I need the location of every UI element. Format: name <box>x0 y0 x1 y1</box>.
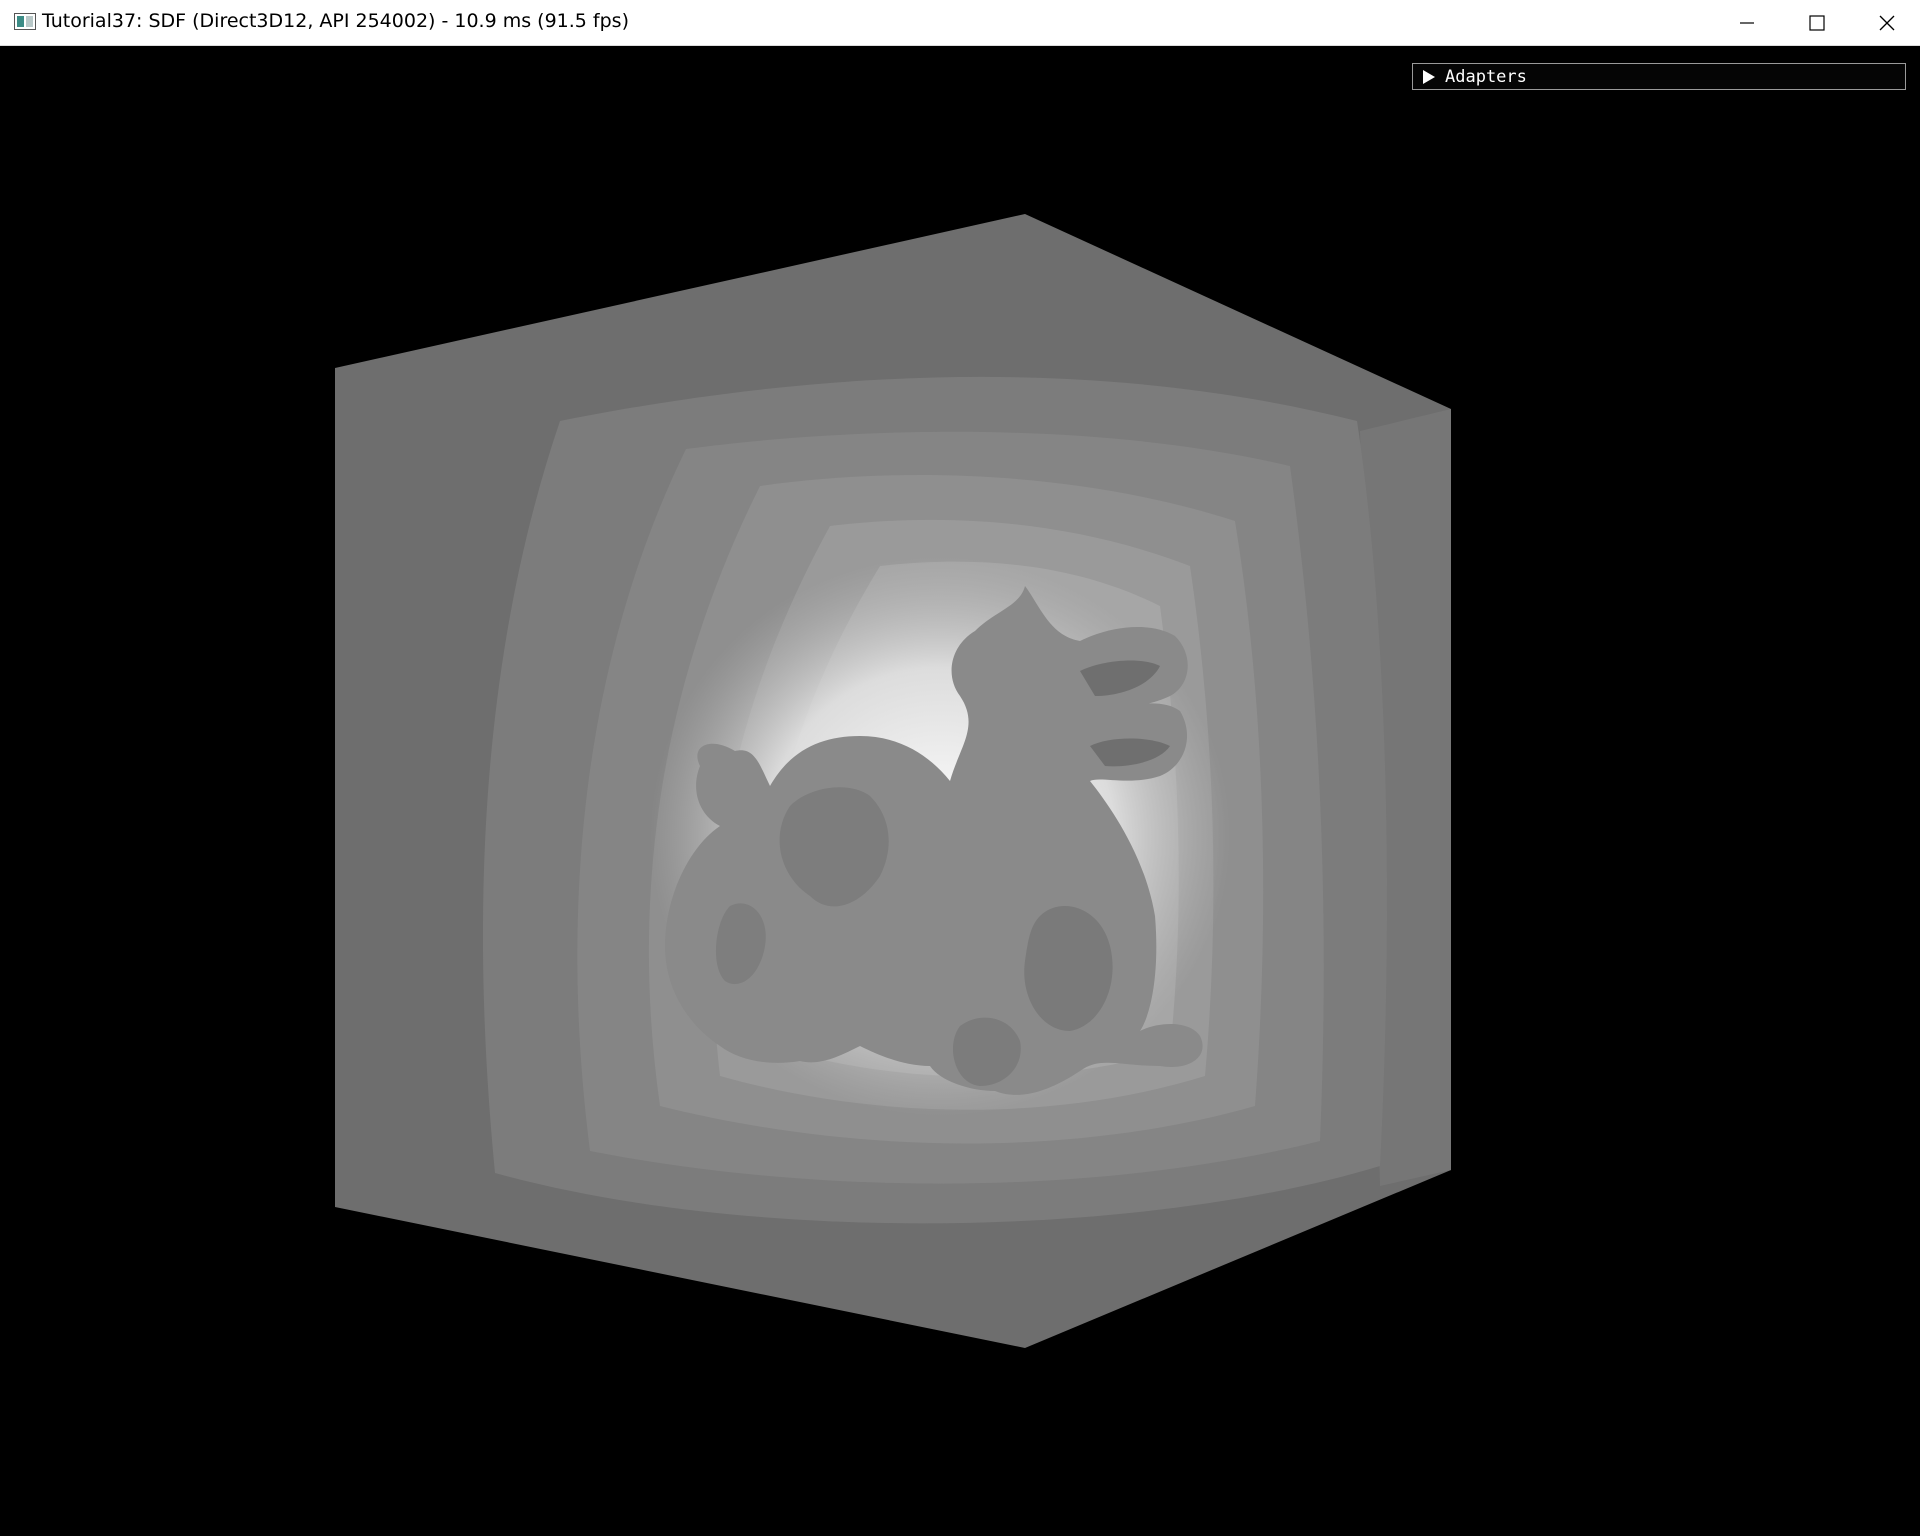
expand-arrow-icon[interactable] <box>1423 70 1435 84</box>
maximize-icon <box>1809 14 1825 31</box>
adapters-collapsing-header[interactable]: Adapters <box>1412 63 1906 90</box>
maximize-button[interactable] <box>1782 0 1852 45</box>
render-viewport[interactable]: Adapters <box>0 46 1920 1536</box>
minimize-icon <box>1740 21 1754 24</box>
close-button[interactable] <box>1852 0 1920 45</box>
close-icon <box>1879 15 1895 30</box>
app-icon <box>14 13 36 30</box>
application-window: Tutorial37: SDF (Direct3D12, API 254002)… <box>0 0 1920 1536</box>
window-title: Tutorial37: SDF (Direct3D12, API 254002)… <box>42 10 629 32</box>
minimize-button[interactable] <box>1712 0 1782 45</box>
sdf-scene-render <box>335 214 1451 1348</box>
adapters-label: Adapters <box>1445 67 1527 87</box>
title-bar[interactable]: Tutorial37: SDF (Direct3D12, API 254002)… <box>0 0 1920 46</box>
